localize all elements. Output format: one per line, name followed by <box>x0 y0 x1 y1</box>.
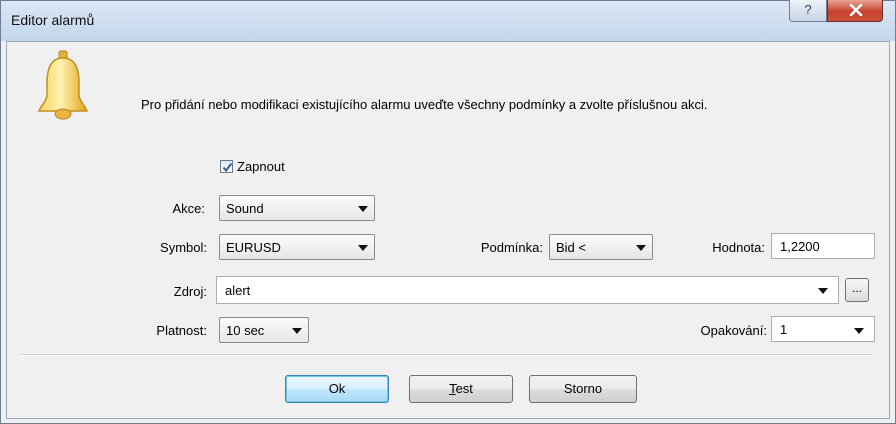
chevron-down-icon <box>358 206 368 212</box>
symbol-label: Symbol: <box>160 240 207 255</box>
source-input[interactable]: alert <box>216 276 839 304</box>
action-label: Akce: <box>172 201 205 216</box>
symbol-select[interactable]: EURUSD <box>219 234 375 260</box>
condition-label: Podmínka: <box>480 240 543 255</box>
repeat-select[interactable]: 1 <box>771 316 875 342</box>
value-input[interactable]: 1,2200 <box>771 233 875 259</box>
source-label: Zdroj: <box>173 284 207 299</box>
title-bar[interactable]: Editor alarmů ? <box>1 0 895 41</box>
alarm-editor-dialog: Editor alarmů ? Pro přidání nebo modifik… <box>0 0 896 424</box>
expiration-select[interactable]: 10 sec <box>219 317 309 343</box>
window-title: Editor alarmů <box>11 12 95 28</box>
enable-label[interactable]: Zapnout <box>237 159 285 174</box>
enable-checkbox[interactable] <box>220 160 233 173</box>
action-select[interactable]: Sound <box>219 195 375 221</box>
bell-icon <box>37 50 89 120</box>
cancel-button[interactable]: Storno <box>529 375 637 403</box>
separator <box>21 354 873 356</box>
close-button[interactable] <box>827 0 883 22</box>
expiration-label: Platnost: <box>156 323 207 338</box>
source-value: alert <box>225 283 251 298</box>
repeat-value: 1 <box>780 322 788 337</box>
checkmark-icon <box>222 162 233 173</box>
chevron-down-icon <box>854 328 864 334</box>
chevron-down-icon <box>636 245 646 251</box>
expiration-value: 10 sec <box>226 323 265 338</box>
chevron-down-icon <box>358 245 368 251</box>
ok-button[interactable]: Ok <box>285 375 389 403</box>
close-icon <box>849 4 863 16</box>
browse-button[interactable]: ... <box>845 278 869 302</box>
test-button[interactable]: Test <box>409 375 513 403</box>
instructions-text: Pro přidání nebo modifikaci existujícího… <box>141 97 708 112</box>
chevron-down-icon <box>292 328 302 334</box>
help-button[interactable]: ? <box>789 0 827 22</box>
action-value: Sound <box>226 201 264 216</box>
condition-value: Bid < <box>556 240 586 255</box>
test-button-label: est <box>455 381 473 396</box>
value-label: Hodnota: <box>712 240 765 255</box>
value-text: 1,2200 <box>780 239 820 254</box>
chevron-down-icon <box>818 288 828 294</box>
symbol-value: EURUSD <box>226 240 281 255</box>
repeat-label: Opakování: <box>700 323 768 338</box>
condition-select[interactable]: Bid < <box>549 234 653 260</box>
